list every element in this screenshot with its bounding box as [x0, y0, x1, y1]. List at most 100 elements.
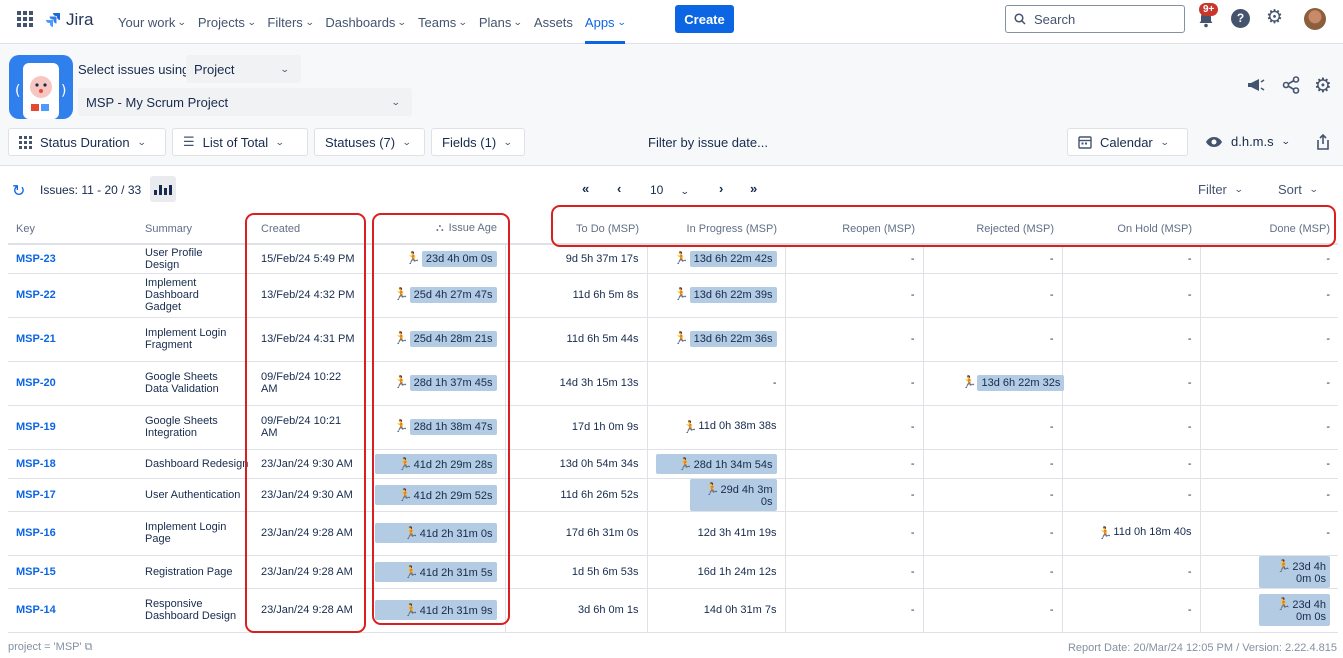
select-type-dropdown[interactable]: Project ⌄ — [186, 55, 301, 83]
external-link-icon: ⧉ — [84, 641, 93, 653]
running-icon: 🏃 — [393, 419, 409, 433]
project-dropdown[interactable]: MSP - My Scrum Project ⌄ — [78, 88, 412, 116]
chevron-down-icon: ⌄ — [616, 16, 627, 27]
project-value: MSP - My Scrum Project — [86, 94, 229, 110]
jira-logo[interactable]: Jira — [44, 10, 93, 30]
onhold-cell: - — [1061, 555, 1200, 589]
megaphone-icon[interactable] — [1246, 76, 1266, 99]
prev-page-icon[interactable]: ‹ — [617, 181, 621, 196]
issue-key-link[interactable]: MSP-22 — [8, 273, 137, 318]
mode-dropdown[interactable]: ☰ List of Total ⌄ — [172, 128, 308, 156]
nav-teams[interactable]: Teams ⌄ — [418, 0, 468, 44]
calendar-label: Calendar — [1100, 134, 1153, 150]
fields-label: Fields (1) — [442, 134, 497, 150]
nav-dashboards[interactable]: Dashboards ⌄ — [325, 0, 407, 44]
share-icon[interactable] — [1282, 76, 1300, 99]
issue-age-cell: 🏃41d 2h 29m 28s — [367, 449, 505, 479]
page-size-dropdown[interactable]: 10 ⌄ — [650, 183, 690, 197]
next-page-icon[interactable]: › — [719, 181, 723, 196]
issue-key-link[interactable]: MSP-14 — [8, 588, 137, 633]
create-button[interactable]: Create — [675, 5, 734, 33]
onhold-cell: - — [1061, 588, 1200, 633]
first-page-icon[interactable]: « — [582, 181, 589, 196]
issue-key-link[interactable]: MSP-19 — [8, 405, 137, 450]
inprogress-value: 13d 6h 22m 36s — [689, 331, 777, 347]
issue-age-cell: 🏃 28d 1h 38m 47s — [367, 405, 505, 450]
nav-projects[interactable]: Projects ⌄ — [198, 0, 257, 44]
issue-key-link[interactable]: MSP-17 — [8, 478, 137, 512]
nav-assets[interactable]: Assets — [534, 0, 573, 44]
filter-by-date-link[interactable]: Filter by issue date... — [648, 135, 768, 150]
created-date: 23/Jan/24 9:28 AM — [245, 555, 367, 589]
issue-key-link[interactable]: MSP-15 — [8, 555, 137, 589]
search-placeholder: Search — [1034, 11, 1076, 27]
col-created[interactable]: Created — [245, 214, 367, 245]
view-type-dropdown[interactable]: Status Duration ⌄ — [8, 128, 166, 156]
issue-key-link[interactable]: MSP-16 — [8, 511, 137, 556]
table-row: MSP-21 Implement Login Fragment 13/Feb/2… — [8, 317, 1338, 362]
help-icon[interactable]: ? — [1231, 9, 1250, 28]
fields-dropdown[interactable]: Fields (1) ⌄ — [431, 128, 525, 156]
nav-apps[interactable]: Apps ⌄ — [584, 0, 627, 44]
sort-dropdown[interactable]: Sort ⌄ — [1278, 182, 1319, 197]
col-issue-age[interactable]: ⛬ Issue Age — [367, 214, 505, 245]
issue-summary: Implement Login Fragment — [137, 317, 245, 362]
done-cell: - — [1199, 273, 1338, 318]
col-summary[interactable]: Summary — [137, 214, 245, 245]
search-input[interactable]: Search — [1005, 5, 1185, 33]
inprogress-cell: 🏃 13d 6h 22m 42s — [646, 244, 785, 274]
jql-text: project = 'MSP' — [8, 641, 82, 653]
gear-icon[interactable]: ⚙ — [1266, 8, 1283, 28]
refresh-icon[interactable]: ↻ — [12, 181, 25, 201]
hierarchy-icon: ⛬ — [435, 222, 444, 234]
issue-key-link[interactable]: MSP-23 — [8, 244, 137, 274]
time-format-dropdown[interactable]: d.h.m.s ⌄ — [1205, 134, 1290, 149]
col-created-label: Created — [261, 222, 301, 235]
col-key[interactable]: Key — [8, 214, 137, 245]
col-onhold[interactable]: On Hold (MSP) — [1062, 214, 1200, 245]
chevron-down-icon: ⌄ — [401, 136, 412, 147]
inprogress-value: 11d 0h 38m 38s — [698, 420, 777, 432]
onhold-cell: - — [1061, 405, 1200, 450]
col-done[interactable]: Done (MSP) — [1200, 214, 1338, 245]
chevron-down-icon: ⌄ — [1159, 136, 1170, 147]
filter-dropdown[interactable]: Filter ⌄ — [1198, 182, 1244, 197]
rejected-cell: - — [922, 405, 1062, 450]
issue-key-link[interactable]: MSP-21 — [8, 317, 137, 362]
select-issues-label: Select issues using — [78, 62, 190, 77]
jql-footer[interactable]: project = 'MSP' ⧉ — [8, 641, 93, 654]
chart-toggle-button[interactable] — [150, 176, 176, 202]
nav-plans[interactable]: Plans ⌄ — [479, 0, 523, 44]
col-todo[interactable]: To Do (MSP) — [505, 214, 647, 245]
nav-your-work[interactable]: Your work ⌄ — [118, 0, 187, 44]
top-navigation: Jira Your work ⌄ Projects ⌄ Filters ⌄ Dashb… — [0, 0, 1343, 44]
last-page-icon[interactable]: » — [750, 181, 757, 196]
settings-gear-icon[interactable]: ⚙ — [1314, 73, 1332, 98]
table-row: MSP-14 Responsive Dashboard Design 23/Ja… — [8, 588, 1338, 633]
eye-icon — [1206, 136, 1222, 147]
nav-filters[interactable]: Filters ⌄ — [267, 0, 314, 44]
onhold-cell: 🏃 11d 0h 18m 40s — [1061, 511, 1200, 556]
avatar[interactable] — [1304, 8, 1326, 30]
issue-key-link[interactable]: MSP-20 — [8, 361, 137, 406]
inprogress-cell: - — [646, 361, 785, 406]
app-switcher-icon[interactable] — [17, 11, 33, 27]
col-inprogress[interactable]: In Progress (MSP) — [647, 214, 785, 245]
inprogress-value: 13d 6h 22m 42s — [689, 250, 777, 267]
col-rejected[interactable]: Rejected (MSP) — [923, 214, 1062, 245]
running-icon: 🏃 — [393, 287, 409, 301]
page-size-value: 10 — [650, 183, 664, 197]
created-date: 09/Feb/24 10:21 AM — [245, 405, 367, 450]
statuses-dropdown[interactable]: Statuses (7) ⌄ — [314, 128, 425, 156]
table-row: MSP-16 Implement Login Page 23/Jan/24 9:… — [8, 511, 1338, 556]
issue-age-value: 28d 1h 37m 45s — [409, 375, 497, 391]
calendar-dropdown[interactable]: Calendar ⌄ — [1067, 128, 1188, 156]
issue-age-value: 23d 4h 0m 0s — [421, 250, 497, 267]
col-reopen[interactable]: Reopen (MSP) — [785, 214, 923, 245]
export-icon[interactable] — [1316, 133, 1330, 156]
inprogress-cell: 🏃28d 1h 34m 54s — [646, 449, 785, 479]
todo-cell: 17d 1h 0m 9s — [504, 405, 647, 450]
issue-key-link[interactable]: MSP-18 — [8, 449, 137, 479]
time-format-label: d.h.m.s — [1231, 134, 1274, 149]
reopen-cell: - — [784, 588, 923, 633]
